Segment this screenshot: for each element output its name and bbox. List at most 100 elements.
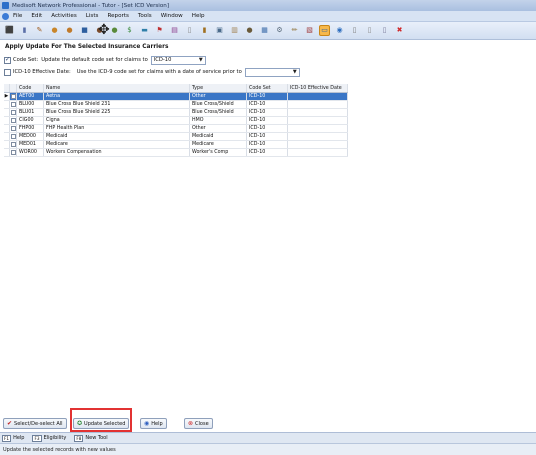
menu-help[interactable]: Help — [192, 13, 205, 19]
effective-date-row: ICD-10 Effective Date: Use the ICD-9 cod… — [4, 67, 300, 77]
users-icon[interactable]: ● — [244, 25, 255, 36]
column-header-code-set[interactable]: Code Set — [247, 84, 288, 92]
row-checkbox-box[interactable] — [10, 110, 16, 115]
table-row[interactable]: BLU00 Blue Cross Blue Shield 231 Blue Cros… — [4, 101, 348, 109]
folder-icon[interactable]: ■ — [79, 25, 90, 36]
hotkey-eligibility-key: F3 — [32, 434, 42, 442]
table-row[interactable]: MED00 Medicaid Medicaid ICD-10 — [4, 133, 348, 141]
menu-activities[interactable]: Activities — [51, 13, 77, 19]
row-checkbox[interactable] — [10, 101, 17, 108]
pencil-icon[interactable]: ✏ — [289, 25, 300, 36]
document-icon[interactable]: ▯ — [184, 25, 195, 36]
hotkey-new-tool[interactable]: F8 New Tool — [72, 434, 108, 442]
table-row[interactable]: FHP00 FHP Health Plan Other ICD-10 — [4, 125, 348, 133]
column-header-name[interactable]: Name — [44, 84, 190, 92]
effective-date-label: ICD-10 Effective Date: — [13, 69, 71, 75]
hotkey-eligibility-label: Eligibility — [43, 435, 67, 441]
code-set-checkbox[interactable]: ✓ — [4, 56, 11, 64]
row-checkbox-box[interactable] — [10, 94, 16, 99]
pen-icon[interactable]: ✎ — [34, 25, 45, 36]
row-checkbox[interactable] — [10, 125, 17, 132]
clipboard-icon[interactable]: ▥ — [229, 25, 240, 36]
code-set-select[interactable]: ICD-10 ▼ — [150, 55, 206, 65]
menu-edit[interactable]: Edit — [31, 13, 42, 19]
cell-type: Worker's Comp — [190, 149, 247, 156]
hotkey-help-label: Help — [13, 435, 25, 441]
window-title: Medisoft Network Professional - Tutor - … — [12, 2, 170, 9]
row-checkbox[interactable] — [10, 109, 17, 116]
close-button[interactable]: ⊗ Close — [184, 418, 213, 429]
cell-effective-date — [288, 109, 348, 116]
group-icon[interactable]: ● — [109, 25, 120, 36]
cell-type: Medicaid — [190, 133, 247, 140]
hotkey-eligibility[interactable]: F3 Eligibility — [30, 434, 67, 442]
row-checkbox-box[interactable] — [10, 150, 16, 155]
menu-lists[interactable]: Lists — [86, 13, 99, 19]
column-header-code[interactable]: Code — [17, 84, 44, 92]
menu-file[interactable]: File — [13, 13, 22, 19]
menu-app-icon[interactable] — [2, 12, 9, 20]
row-checkbox-box[interactable] — [10, 134, 16, 139]
row-checkbox-box[interactable] — [10, 102, 16, 107]
book-icon[interactable]: ▮ — [19, 25, 30, 36]
copy-icon[interactable]: ▯ — [364, 25, 375, 36]
menu-tools[interactable]: Tools — [138, 13, 152, 19]
select-all-label: Select/De-select All — [14, 420, 63, 427]
gift-icon[interactable]: ▧ — [304, 25, 315, 36]
exit-icon[interactable]: ⬛ — [4, 25, 15, 36]
cell-code-set: ICD-10 — [247, 117, 288, 124]
active-tool-icon[interactable]: ▭ — [319, 25, 330, 36]
table-row[interactable]: ▶ AET00 Aetna Other ICD-10 — [4, 93, 348, 101]
column-header-effective-date[interactable]: ICD-10 Effective Date — [288, 84, 348, 92]
row-checkbox[interactable] — [10, 133, 17, 140]
panel-title: Apply Update For The Selected Insurance … — [5, 44, 169, 50]
table-row[interactable]: MED01 Medicare Medicare ICD-10 — [4, 141, 348, 149]
cell-code: AET00 — [17, 93, 44, 100]
notes-icon[interactable]: ▯ — [379, 25, 390, 36]
cell-type: Other — [190, 93, 247, 100]
person-icon[interactable]: ● — [49, 25, 60, 36]
report-icon[interactable]: ▤ — [169, 25, 180, 36]
card-icon[interactable]: ▬ — [139, 25, 150, 36]
table-row[interactable]: CIG00 Cigna HMO ICD-10 — [4, 117, 348, 125]
code-set-text: Update the default code set for claims t… — [41, 57, 148, 63]
cell-name: Cigna — [44, 117, 190, 124]
table-row[interactable]: WOR00 Workers Compensation Worker's Comp IC… — [4, 149, 348, 157]
row-checkbox-box[interactable] — [10, 142, 16, 147]
effective-date-select[interactable]: ▼ — [244, 67, 300, 77]
hotkey-bar: F1 Help F3 Eligibility F8 New Tool — [0, 432, 536, 443]
globe-icon[interactable]: ◉ — [334, 25, 345, 36]
cell-code: BLU01 — [17, 109, 44, 116]
table-row[interactable]: BLU01 Blue Cross Blue Shield 225 Blue Cros… — [4, 109, 348, 117]
page-icon[interactable]: ▯ — [349, 25, 360, 36]
cell-name: Medicare — [44, 141, 190, 148]
header-checkbox[interactable] — [10, 84, 17, 92]
select-all-button[interactable]: ✔ Select/De-select All — [3, 418, 67, 429]
effective-date-checkbox[interactable] — [4, 68, 11, 76]
row-checkbox[interactable] — [10, 149, 17, 156]
row-checkbox[interactable] — [10, 141, 17, 148]
cell-code-set: ICD-10 — [247, 109, 288, 116]
row-checkbox[interactable] — [10, 93, 17, 100]
help-button[interactable]: ◉ Help — [140, 418, 167, 429]
carrier-grid: Code Name Type Code Set ICD-10 Effective… — [4, 84, 348, 157]
stop-icon[interactable]: ✖ — [394, 25, 405, 36]
menu-window[interactable]: Window — [161, 13, 183, 19]
row-checkbox-box[interactable] — [10, 118, 16, 123]
gear-icon[interactable]: ⚙ — [274, 25, 285, 36]
calendar-icon[interactable]: ▦ — [259, 25, 270, 36]
flag-icon[interactable]: ⚑ — [154, 25, 165, 36]
column-header-type[interactable]: Type — [190, 84, 247, 92]
menu-reports[interactable]: Reports — [107, 13, 128, 19]
row-checkbox-box[interactable] — [10, 126, 16, 131]
printer-icon[interactable]: ▣ — [214, 25, 225, 36]
lock-icon[interactable]: ▮ — [199, 25, 210, 36]
grid-body: ▶ AET00 Aetna Other ICD-10 BLU00 Blue Cross Bl… — [4, 93, 348, 157]
user-icon[interactable]: ● — [64, 25, 75, 36]
chevron-down-icon: ▼ — [198, 57, 203, 63]
grid-header: Code Name Type Code Set ICD-10 Effective… — [4, 84, 348, 93]
cell-name: FHP Health Plan — [44, 125, 190, 132]
hotkey-help[interactable]: F1 Help — [0, 434, 25, 442]
row-checkbox[interactable] — [10, 117, 17, 124]
money-icon[interactable]: $ — [124, 25, 135, 36]
